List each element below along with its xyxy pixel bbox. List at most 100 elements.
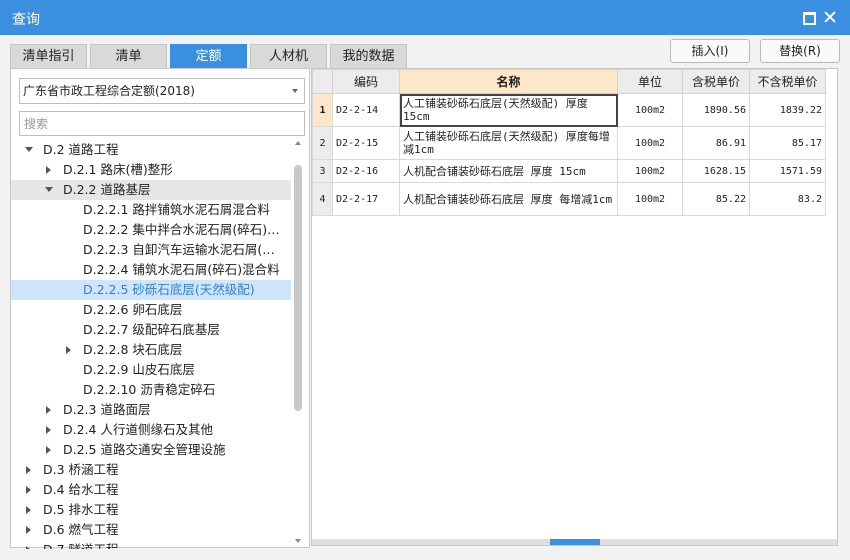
cell-notax-price[interactable]: 1839.22	[749, 93, 826, 127]
tree-node[interactable]: D.2.2.9 山皮石底层	[11, 360, 291, 380]
cell-code[interactable]: D2-2-17	[332, 182, 400, 216]
header-code[interactable]: 编码	[332, 69, 400, 94]
row-index: 2	[312, 126, 333, 160]
chevron-right-icon[interactable]	[23, 480, 35, 500]
tree-node[interactable]: D.7 隧道工程	[11, 540, 291, 549]
cell-unit[interactable]: 100m2	[617, 182, 683, 216]
cell-name[interactable]: 人工铺装砂砾石底层(天然级配) 厚度每增减1cm	[399, 126, 618, 160]
tree-node-label: D.2.4 人行道侧缘石及其他	[63, 422, 213, 437]
chevron-right-icon[interactable]	[43, 400, 55, 420]
chevron-down-icon[interactable]	[43, 180, 55, 200]
tree-node-label: D.2.1 路床(槽)整形	[63, 162, 173, 177]
maximize-icon[interactable]	[800, 9, 816, 25]
table-horizontal-scrollbar[interactable]	[312, 539, 837, 545]
insert-button[interactable]: 插入(I)	[670, 39, 750, 63]
chevron-down-icon	[292, 89, 298, 93]
tree-node[interactable]: D.4 给水工程	[11, 480, 291, 500]
cell-tax-price[interactable]: 85.22	[682, 182, 750, 216]
chevron-down-icon[interactable]	[23, 140, 35, 160]
tree-node[interactable]: D.2.3 道路面层	[11, 400, 291, 420]
header-notax-price[interactable]: 不含税单价	[749, 69, 826, 94]
cell-name[interactable]: 人机配合铺装砂砾石底层 厚度 15cm	[399, 159, 618, 183]
tree-node[interactable]: D.5 排水工程	[11, 500, 291, 520]
tree-scrollbar[interactable]	[292, 139, 304, 545]
row-index: 3	[312, 159, 333, 183]
tree-node[interactable]: D.2.4 人行道侧缘石及其他	[11, 420, 291, 440]
cell-name[interactable]: 人工铺装砂砾石底层(天然级配) 厚度15cm	[399, 93, 618, 127]
tree-node-label: D.2.2.6 卵石底层	[83, 302, 183, 317]
chevron-right-icon[interactable]	[43, 160, 55, 180]
search-input[interactable]	[19, 111, 305, 136]
scroll-down-icon[interactable]	[295, 539, 301, 543]
tree-node[interactable]: D.2.2.7 级配碎石底基层	[11, 320, 291, 340]
table-row[interactable]: 2 D2-2-15 人工铺装砂砾石底层(天然级配) 厚度每增减1cm 100m2…	[312, 126, 826, 160]
cell-code[interactable]: D2-2-14	[332, 93, 400, 127]
tab-my-data[interactable]: 我的数据	[330, 44, 407, 68]
tree-node-label: D.2.2.9 山皮石底层	[83, 362, 195, 377]
cell-notax-price[interactable]: 83.2	[749, 182, 826, 216]
library-select[interactable]: 广东省市政工程综合定额(2018)	[19, 78, 305, 104]
tree-node[interactable]: D.2.1 路床(槽)整形	[11, 160, 291, 180]
table-row[interactable]: 4 D2-2-17 人机配合铺装砂砾石底层 厚度 每增减1cm 100m2 85…	[312, 182, 826, 216]
table-row[interactable]: 1 D2-2-14 人工铺装砂砾石底层(天然级配) 厚度15cm 100m2 1…	[312, 93, 826, 127]
scroll-thumb[interactable]	[550, 539, 600, 545]
tree-node[interactable]: D.6 燃气工程	[11, 520, 291, 540]
tree-node-label: D.4 给水工程	[43, 482, 119, 497]
tree-node-label: D.2.5 道路交通安全管理设施	[63, 442, 226, 457]
quota-table: 编码 名称 单位 含税单价 不含税单价 1 D2-2-14 人工铺装砂砾石底层(…	[312, 69, 826, 216]
cell-notax-price[interactable]: 85.17	[749, 126, 826, 160]
row-index: 1	[312, 93, 333, 127]
scroll-up-icon[interactable]	[295, 141, 301, 145]
row-index: 4	[312, 182, 333, 216]
tree-node[interactable]: D.2 道路工程	[11, 140, 291, 160]
table-row[interactable]: 3 D2-2-16 人机配合铺装砂砾石底层 厚度 15cm 100m2 1628…	[312, 159, 826, 183]
chevron-right-icon[interactable]	[43, 420, 55, 440]
tree-node-label: D.2.2.7 级配碎石底基层	[83, 322, 220, 337]
tree-node[interactable]: D.2.2.6 卵石底层	[11, 300, 291, 320]
tree-node-label: D.2.2.8 块石底层	[83, 342, 183, 357]
tree-node[interactable]: D.2.5 道路交通安全管理设施	[11, 440, 291, 460]
header-name[interactable]: 名称	[399, 69, 618, 94]
cell-tax-price[interactable]: 86.91	[682, 126, 750, 160]
cell-code[interactable]: D2-2-16	[332, 159, 400, 183]
chevron-right-icon[interactable]	[23, 500, 35, 520]
tree-node-label: D.6 燃气工程	[43, 522, 119, 537]
tree-node[interactable]: D.2.2.3 自卸汽车运输水泥石屑(碎石)混合料	[11, 240, 291, 260]
quota-tree: D.2 道路工程 D.2.1 路床(槽)整形 D.2.2 道路基层 D.2.2.1 路…	[11, 139, 291, 549]
tree-node[interactable]: D.2.2.10 沥青稳定碎石	[11, 380, 291, 400]
title-bar: 查询	[0, 0, 850, 35]
tab-quota[interactable]: 定额	[170, 44, 247, 68]
cell-unit[interactable]: 100m2	[617, 159, 683, 183]
header-unit[interactable]: 单位	[617, 69, 683, 94]
chevron-right-icon[interactable]	[43, 440, 55, 460]
tree-node[interactable]: D.3 桥涵工程	[11, 460, 291, 480]
library-select-value: 广东省市政工程综合定额(2018)	[23, 84, 195, 98]
tree-node[interactable]: D.2.2.4 铺筑水泥石屑(碎石)混合料	[11, 260, 291, 280]
cell-unit[interactable]: 100m2	[617, 126, 683, 160]
header-tax-price[interactable]: 含税单价	[682, 69, 750, 94]
chevron-right-icon[interactable]	[23, 520, 35, 540]
scroll-thumb[interactable]	[294, 165, 302, 411]
tree-node[interactable]: D.2.2.1 路拌铺筑水泥石屑混合料	[11, 200, 291, 220]
close-icon[interactable]	[822, 9, 838, 25]
chevron-right-icon[interactable]	[63, 340, 75, 360]
cell-code[interactable]: D2-2-15	[332, 126, 400, 160]
tab-labor-material-machine[interactable]: 人材机	[250, 44, 327, 68]
cell-tax-price[interactable]: 1890.56	[682, 93, 750, 127]
tree-node[interactable]: D.2.2.5 砂砾石底层(天然级配)	[11, 280, 291, 300]
cell-notax-price[interactable]: 1571.59	[749, 159, 826, 183]
tree-node[interactable]: D.2.2 道路基层	[11, 180, 291, 200]
tree-node-label: D.2.2.5 砂砾石底层(天然级配)	[83, 282, 255, 297]
cell-unit[interactable]: 100m2	[617, 93, 683, 127]
cell-name[interactable]: 人机配合铺装砂砾石底层 厚度 每增减1cm	[399, 182, 618, 216]
chevron-right-icon[interactable]	[23, 540, 35, 549]
tab-bill[interactable]: 清单	[90, 44, 167, 68]
tab-bill-guide[interactable]: 清单指引	[10, 44, 87, 68]
chevron-right-icon[interactable]	[23, 460, 35, 480]
tree-node[interactable]: D.2.2.2 集中拌合水泥石屑(碎石)混合料	[11, 220, 291, 240]
tree-node[interactable]: D.2.2.8 块石底层	[11, 340, 291, 360]
cell-tax-price[interactable]: 1628.15	[682, 159, 750, 183]
window-title: 查询	[12, 12, 40, 28]
table-header: 编码 名称 单位 含税单价 不含税单价	[312, 69, 826, 94]
replace-button[interactable]: 替换(R)	[760, 39, 840, 63]
